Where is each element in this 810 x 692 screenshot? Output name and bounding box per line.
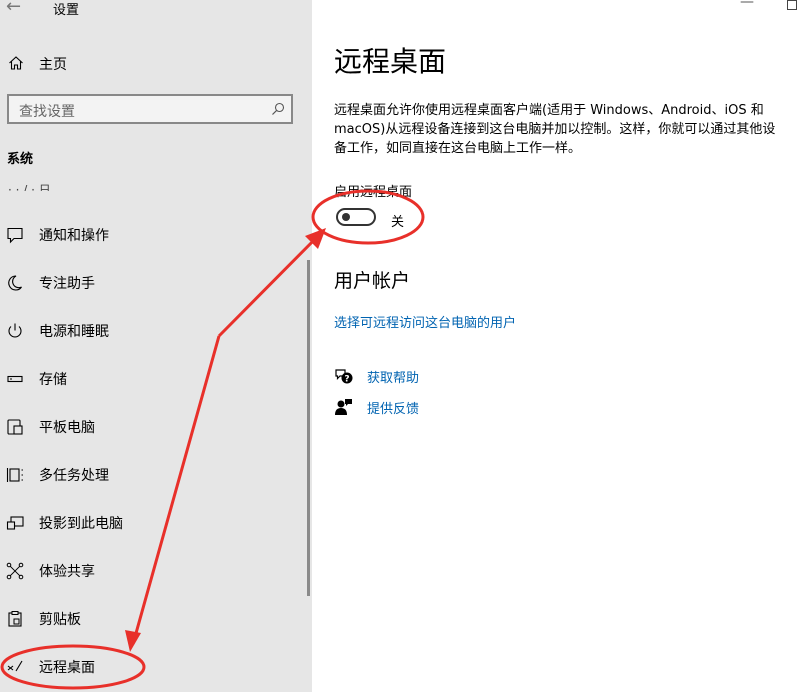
page-title: 远程桌面: [334, 45, 447, 78]
title-bar: ← 设置: [0, 0, 312, 20]
clipboard-icon: [8, 611, 22, 627]
help-link-label: 获取帮助: [367, 371, 420, 386]
select-users-link[interactable]: 选择可远程访问这台电脑的用户: [334, 312, 516, 331]
sidebar-item-storage[interactable]: 存储: [0, 356, 306, 402]
shared-experiences-icon: [6, 562, 24, 580]
feedback-icon: [335, 399, 352, 415]
user-accounts-heading: 用户帐户: [334, 270, 411, 292]
search-box[interactable]: 查找设置: [7, 94, 293, 124]
svg-text:?: ?: [344, 375, 349, 385]
toggle-label: 启用远程桌面: [334, 185, 413, 200]
sidebar-item-notifications[interactable]: 通知和操作: [0, 212, 306, 258]
sidebar-item-label: 多任务处理: [39, 468, 109, 484]
toggle-state-label: 关: [391, 215, 405, 230]
back-button[interactable]: ←: [6, 0, 21, 17]
search-icon: [272, 102, 285, 115]
sidebar-item-label: 体验共享: [39, 564, 95, 580]
home-icon: [9, 56, 23, 70]
search-placeholder: 查找设置: [19, 104, 75, 120]
multitasking-icon: [6, 468, 23, 482]
sidebar-item-focus-assist[interactable]: 专注助手: [0, 260, 306, 306]
sidebar-item-power[interactable]: 电源和睡眠: [0, 308, 306, 354]
sidebar-item-label: 存储: [39, 372, 67, 388]
sidebar-item-label: 通知和操作: [39, 228, 109, 244]
minimize-button[interactable]: —: [740, 0, 754, 10]
sidebar-item-label: 剪贴板: [39, 612, 81, 628]
power-icon: [8, 323, 22, 338]
window-title: 设置: [53, 3, 80, 18]
sidebar-item-label: 专注助手: [39, 276, 95, 292]
section-title: 系统: [7, 152, 34, 167]
sidebar-item-project[interactable]: 投影到此电脑: [0, 500, 306, 546]
home-nav-item[interactable]: 主页: [0, 47, 312, 79]
notifications-icon: [7, 227, 23, 244]
sidebar-item-label: 电源和睡眠: [39, 324, 109, 340]
storage-icon: [7, 375, 23, 383]
sidebar-item-label: 远程桌面: [39, 660, 95, 676]
home-label: 主页: [39, 57, 67, 73]
sidebar-item-label: 投影到此电脑: [39, 516, 123, 532]
sidebar-item-remote-desktop[interactable]: 远程桌面: [0, 644, 306, 690]
get-help-link[interactable]: ? 获取帮助: [334, 366, 484, 388]
sidebar-item-multitasking[interactable]: 多任务处理: [0, 452, 306, 498]
sidebar-scrollbar[interactable]: [307, 260, 310, 596]
sidebar-item-shared-experiences[interactable]: 体验共享: [0, 548, 306, 594]
toggle-knob: [342, 213, 350, 221]
sidebar-item-clipboard[interactable]: 剪贴板: [0, 596, 306, 642]
main-content: — 远程桌面 远程桌面允许你使用远程桌面客户端(适用于 Windows、Andr…: [312, 0, 810, 692]
sidebar-item-tablet[interactable]: 平板电脑: [0, 404, 306, 450]
maximize-button[interactable]: [787, 0, 797, 10]
remote-desktop-icon: [7, 660, 23, 672]
clipped-nav-item: · · / · 日: [8, 183, 51, 191]
project-icon: [6, 516, 24, 530]
help-icon: ?: [335, 369, 353, 385]
give-feedback-link[interactable]: 提供反馈: [334, 397, 484, 419]
focus-assist-icon: [8, 275, 22, 291]
tablet-icon: [7, 419, 23, 435]
sidebar: ← 设置 主页 查找设置 系统 · · / · 日 通知和操作 专注助手 电源和…: [0, 0, 312, 692]
description: 远程桌面允许你使用远程桌面客户端(适用于 Windows、Android、iOS…: [334, 103, 776, 156]
sidebar-item-label: 平板电脑: [39, 420, 95, 436]
remote-desktop-toggle[interactable]: [336, 208, 376, 226]
feedback-link-label: 提供反馈: [367, 402, 420, 417]
